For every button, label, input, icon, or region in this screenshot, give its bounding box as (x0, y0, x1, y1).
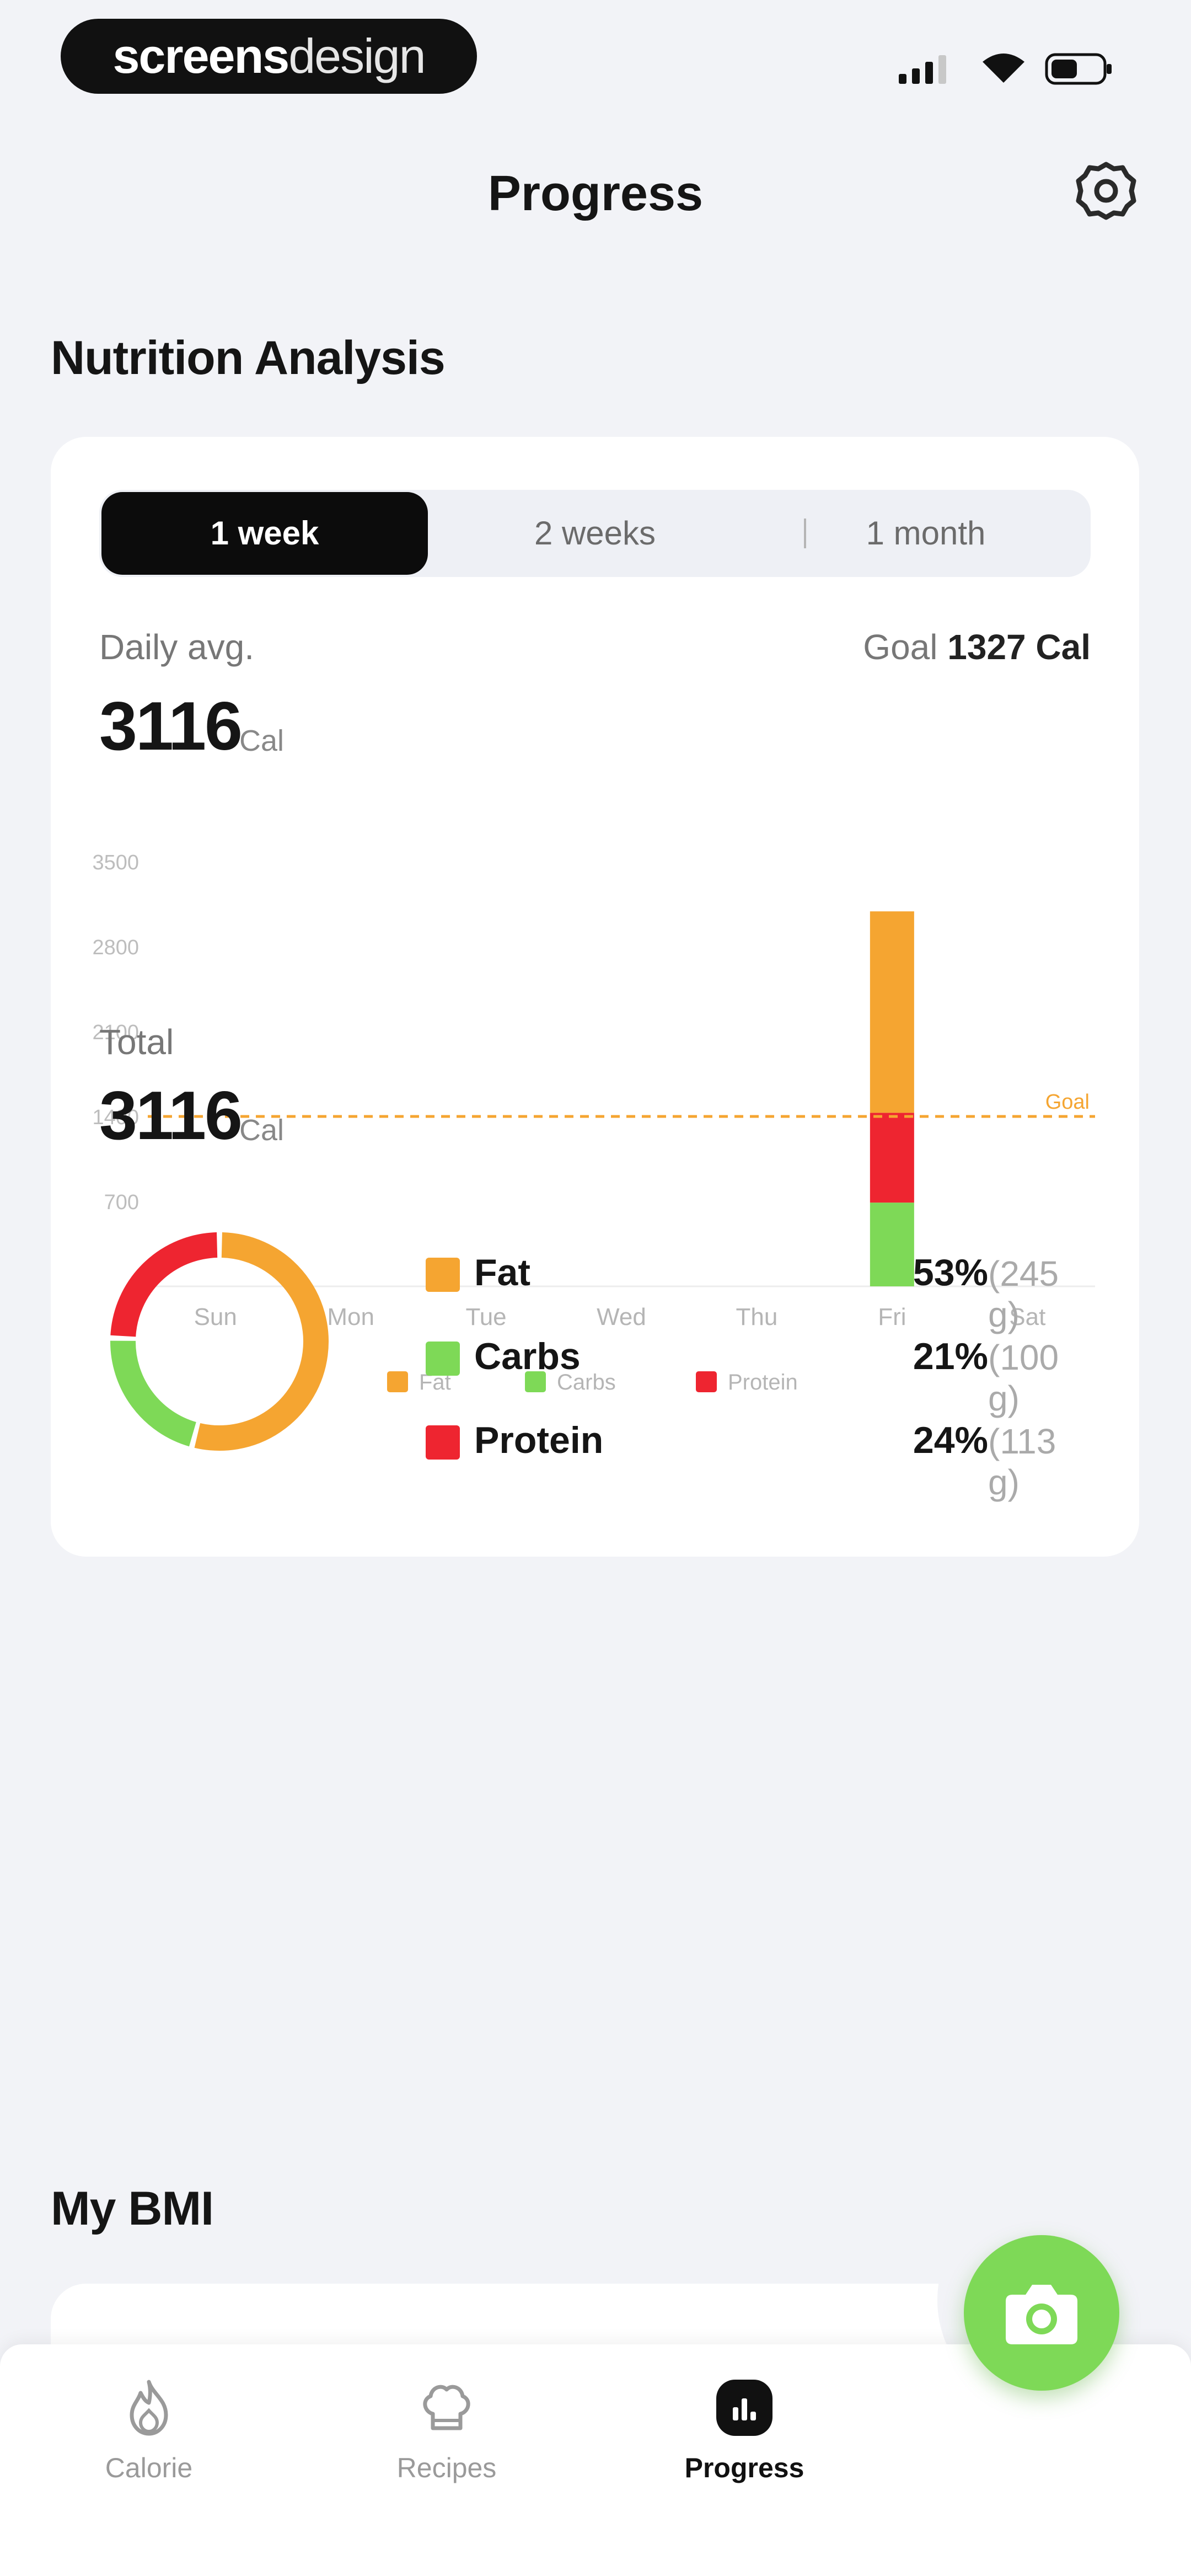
y-tick-label: 2800 (92, 936, 139, 959)
x-tick-label: Fri (878, 1303, 906, 1330)
brand-logo-bold: screens (112, 29, 289, 83)
total-label: Total (99, 1022, 174, 1062)
y-tick-label: 700 (104, 1191, 139, 1214)
nav-item-progress[interactable]: Progress (645, 2377, 844, 2510)
x-tick-label: Tue (465, 1303, 506, 1330)
goal-value: 1327 Cal (947, 627, 1091, 667)
x-tick-label: Wed (597, 1303, 646, 1330)
nutrition-card: 1 week 2 weeks 1 month Daily avg. Goal 1… (51, 437, 1139, 1557)
donut-slice-carbs (110, 1340, 197, 1447)
nav-label: Recipes (396, 2452, 497, 2483)
protein-swatch (426, 1425, 460, 1460)
brand-logo-light: design (288, 29, 426, 83)
macro-percent: 21% (913, 1335, 988, 1377)
chef-hat-icon (423, 2385, 470, 2430)
cellular-signal-icon (899, 55, 946, 84)
macro-row-protein: Protein 24% (113 g) (426, 1415, 1131, 1502)
macro-name: Carbs (474, 1335, 581, 1377)
macro-percent: 24% (913, 1419, 988, 1461)
goal-line-label: Goal (1045, 1091, 1090, 1114)
total-unit: Cal (239, 1114, 285, 1147)
macro-row-carbs: Carbs 21% (100 g) (426, 1332, 1131, 1418)
camera-button[interactable] (964, 2235, 1119, 2391)
macro-name: Fat (474, 1252, 530, 1294)
wifi-icon (983, 54, 1024, 83)
daily-avg-label: Daily avg. (99, 627, 254, 667)
macro-row-fat: Fat 53% (245 g) (426, 1248, 1131, 1334)
goal-label: Goal (863, 627, 938, 667)
macro-name: Protein (474, 1419, 604, 1461)
brand-logo: screensdesign (61, 19, 477, 94)
donut-slice-protein (110, 1232, 218, 1337)
total-value: 3116 (99, 1078, 243, 1154)
goal-text: Goal 1327 Cal (863, 627, 1091, 667)
legend-swatch-fat (387, 1371, 408, 1392)
progress-chart-icon (716, 2380, 772, 2436)
carbs-swatch (426, 1342, 460, 1376)
macro-percent: 53% (913, 1252, 988, 1294)
x-tick-label: Thu (736, 1303, 778, 1330)
macro-grams: (113 g) (988, 1421, 1056, 1502)
status-icons (888, 47, 1119, 87)
nav-label: Calorie (105, 2452, 193, 2483)
daily-avg-value: 3116 (99, 688, 243, 765)
bmi-section-title: My BMI (51, 2182, 214, 2235)
macro-grams: (245 g) (988, 1254, 1059, 1334)
flame-icon (130, 2380, 168, 2436)
tab-1-week[interactable]: 1 week (101, 492, 428, 575)
app-screen: screensdesign Progress Nutrition Analysi… (0, 0, 1191, 2576)
bar-segment-fat (870, 911, 914, 1113)
daily-avg-unit: Cal (239, 724, 285, 757)
tab-2-weeks[interactable]: 2 weeks (430, 490, 760, 577)
fat-swatch (426, 1258, 460, 1292)
nav-label: Progress (684, 2452, 804, 2483)
tab-1-month[interactable]: 1 month (761, 490, 1091, 577)
page-title: Progress (487, 166, 704, 221)
camera-icon (1006, 2285, 1077, 2344)
y-tick-label: 3500 (92, 851, 139, 874)
battery-icon (1045, 53, 1112, 85)
nav-item-recipes[interactable]: Recipes (347, 2377, 546, 2510)
macro-donut-chart (110, 1232, 329, 1451)
settings-gear-icon[interactable] (1074, 159, 1138, 223)
donut-slice-fat (194, 1232, 329, 1451)
period-segmented-control: 1 week 2 weeks 1 month (99, 490, 1091, 577)
nutrition-section-title: Nutrition Analysis (51, 332, 446, 384)
nav-item-calorie[interactable]: Calorie (50, 2377, 248, 2510)
bar-segment-protein (870, 1113, 914, 1203)
macro-grams: (100 g) (988, 1338, 1059, 1418)
